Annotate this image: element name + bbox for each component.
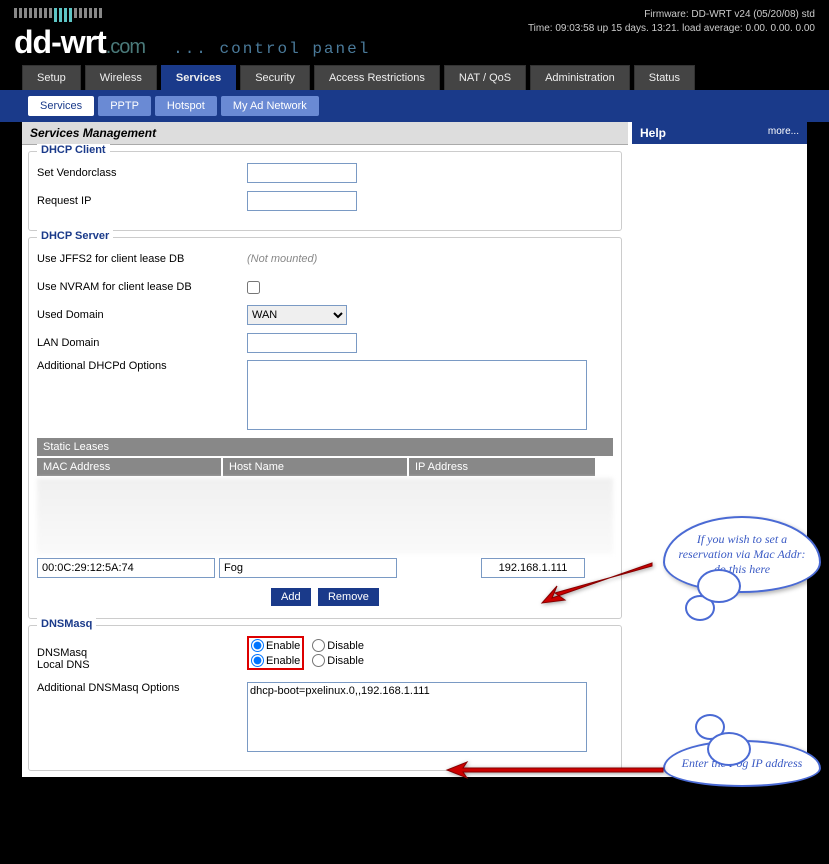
content-area: Services Management DHCP Client Set Vend… <box>22 122 807 777</box>
sub-tabs: ServicesPPTPHotspotMy Ad Network <box>0 90 829 122</box>
jffs2-status: (Not mounted) <box>247 253 317 265</box>
lan-domain-label: LAN Domain <box>37 337 247 349</box>
local-dns-label: Local DNS <box>37 659 247 671</box>
dhcp-server-fieldset: DHCP Server Use JFFS2 for client lease D… <box>28 237 622 619</box>
lease-mac-input[interactable] <box>37 558 215 578</box>
dhcp-client-title: DHCP Client <box>37 144 110 156</box>
static-leases-title: Static Leases <box>37 438 613 456</box>
arrow-icon <box>537 558 657 608</box>
logo: dd-wrt.com <box>14 24 145 61</box>
dhcpd-options-label: Additional DHCPd Options <box>37 360 247 372</box>
dnsmasq-label: DNSMasq <box>37 647 247 659</box>
firmware-line: Firmware: DD-WRT v24 (05/20/08) std <box>528 8 815 22</box>
dnsmasq-title: DNSMasq <box>37 618 96 630</box>
enable-highlight: Enable Enable <box>247 636 304 670</box>
control-panel-label: ... control panel <box>173 40 370 58</box>
used-domain-label: Used Domain <box>37 309 247 321</box>
help-header: Help more... <box>632 122 807 144</box>
tab-status[interactable]: Status <box>634 65 695 90</box>
dnsmasq-fieldset: DNSMasq DNSMasq Enable Enable Disable Di… <box>28 625 622 771</box>
nvram-checkbox[interactable] <box>247 281 260 294</box>
subtab-pptp[interactable]: PPTP <box>98 96 151 116</box>
main-panel: Services Management DHCP Client Set Vend… <box>22 122 628 777</box>
nvram-label: Use NVRAM for client lease DB <box>37 281 247 293</box>
help-more-link[interactable]: more... <box>768 126 799 140</box>
header: dd-wrt.com ... control panel Firmware: D… <box>0 0 829 65</box>
uptime-line: Time: 09:03:58 up 15 days. 13:21. load a… <box>528 22 815 36</box>
arrow-icon <box>445 760 665 780</box>
add-button[interactable]: Add <box>271 588 311 606</box>
firmware-info: Firmware: DD-WRT v24 (05/20/08) std Time… <box>528 8 815 36</box>
localdns-disable-radio[interactable] <box>312 654 325 667</box>
subtab-my-ad-network[interactable]: My Ad Network <box>221 96 319 116</box>
tab-services[interactable]: Services <box>161 65 236 90</box>
mac-header: MAC Address <box>37 458 221 476</box>
tab-security[interactable]: Security <box>240 65 310 90</box>
used-domain-select[interactable]: WANLAN <box>247 305 347 325</box>
dnsmasq-enable-radio[interactable] <box>251 639 264 652</box>
lan-domain-input[interactable] <box>247 333 357 353</box>
dhcp-server-title: DHCP Server <box>37 230 113 242</box>
tab-administration[interactable]: Administration <box>530 65 630 90</box>
subtab-services[interactable]: Services <box>28 96 94 116</box>
dhcpd-options-textarea[interactable] <box>247 360 587 430</box>
lease-row <box>37 558 613 578</box>
ip-header: IP Address <box>409 458 595 476</box>
main-tabs: SetupWirelessServicesSecurityAccess Rest… <box>0 65 829 90</box>
tab-nat-qos[interactable]: NAT / QoS <box>444 65 526 90</box>
section-title: Services Management <box>22 122 628 145</box>
tab-setup[interactable]: Setup <box>22 65 81 90</box>
lease-headers: MAC Address Host Name IP Address <box>37 458 613 476</box>
blurred-leases <box>37 478 613 554</box>
enable-label2: Enable <box>266 655 300 667</box>
tab-access-restrictions[interactable]: Access Restrictions <box>314 65 440 90</box>
host-header: Host Name <box>223 458 407 476</box>
help-title: Help <box>640 126 666 140</box>
vendorclass-label: Set Vendorclass <box>37 167 247 179</box>
logo-decoration <box>14 8 370 22</box>
localdns-enable-radio[interactable] <box>251 654 264 667</box>
help-panel: Help more... <box>632 122 807 777</box>
dnsmasq-disable-radio[interactable] <box>312 639 325 652</box>
request-ip-input[interactable] <box>247 191 357 211</box>
tab-wireless[interactable]: Wireless <box>85 65 157 90</box>
dnsmasq-options-label: Additional DNSMasq Options <box>37 682 247 694</box>
disable-label2: Disable <box>327 655 364 667</box>
remove-button[interactable]: Remove <box>318 588 379 606</box>
request-ip-label: Request IP <box>37 195 247 207</box>
vendorclass-input[interactable] <box>247 163 357 183</box>
logo-area: dd-wrt.com ... control panel <box>14 8 370 61</box>
jffs2-label: Use JFFS2 for client lease DB <box>37 253 247 265</box>
subtab-hotspot[interactable]: Hotspot <box>155 96 217 116</box>
disable-label: Disable <box>327 640 364 652</box>
dnsmasq-options-textarea[interactable]: dhcp-boot=pxelinux.0,,192.168.1.111 <box>247 682 587 752</box>
dhcp-client-fieldset: DHCP Client Set Vendorclass Request IP <box>28 151 622 231</box>
lease-host-input[interactable] <box>219 558 397 578</box>
enable-label: Enable <box>266 640 300 652</box>
